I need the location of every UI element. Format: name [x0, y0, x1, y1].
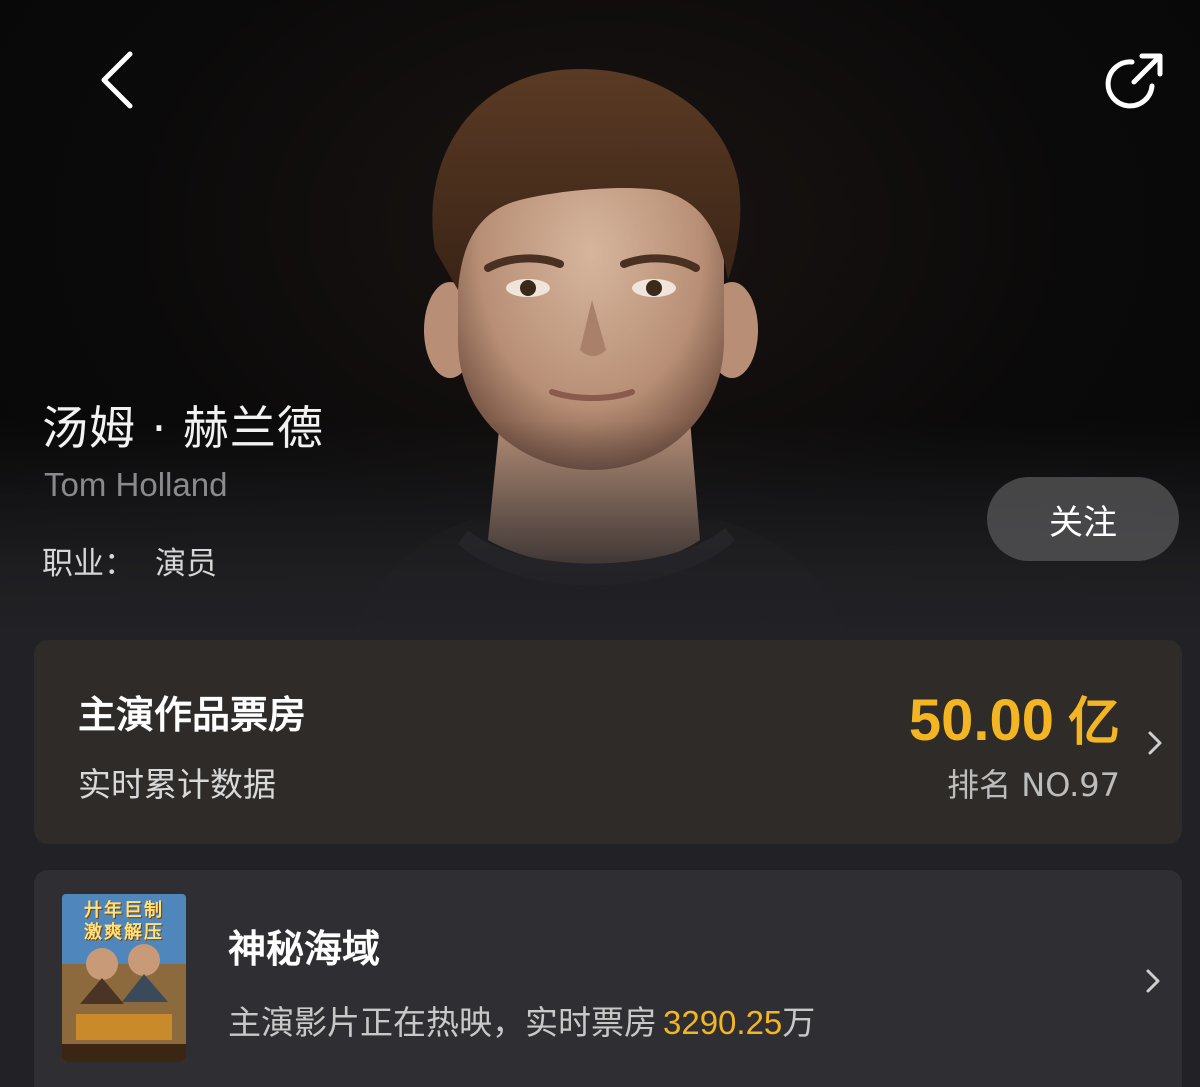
share-button[interactable] — [1100, 48, 1170, 118]
back-button[interactable] — [86, 44, 150, 116]
movie-box-office-amount: 3290.25 — [663, 1004, 783, 1041]
chevron-left-icon — [101, 51, 133, 109]
actor-name-en: Tom Holland — [44, 466, 228, 503]
chevron-right-icon — [1146, 969, 1160, 993]
poster-tagline-2: 激爽解压 — [84, 922, 164, 943]
box-office-rank: 排名 NO.97 — [947, 766, 1120, 804]
box-office-value: 50.00 — [908, 688, 1054, 753]
profession-value: 演员 — [155, 546, 217, 582]
now-showing-card[interactable]: 廾年巨制 激爽解压 神秘海域 主演影片正在热映，实时票房 3290.25万 — [34, 870, 1182, 1087]
follow-button[interactable]: 关注 — [987, 477, 1179, 561]
hero-header: 汤姆 · 赫兰德 Tom Holland 职业： 演员 关注 — [0, 0, 1200, 640]
actor-profile-screen: 汤姆 · 赫兰德 Tom Holland 职业： 演员 关注 主演作品票房 实时累… — [0, 0, 1200, 1087]
chevron-right-icon — [1148, 731, 1162, 755]
box-office-title: 主演作品票房 — [78, 693, 307, 737]
actor-profession: 职业： 演员 — [42, 538, 217, 583]
movie-poster[interactable]: 廾年巨制 激爽解压 — [62, 894, 186, 1062]
movie-title: 神秘海域 — [228, 927, 381, 971]
movie-description: 主演影片正在热映，实时票房 3290.25万 — [228, 996, 815, 1044]
box-office-card[interactable]: 主演作品票房 实时累计数据 50.00 亿 排名 NO.97 — [34, 640, 1182, 844]
box-office-subtitle: 实时累计数据 — [78, 765, 276, 804]
box-office-unit: 亿 — [1067, 693, 1120, 753]
movie-desc-prefix: 主演影片正在热映，实时票房 — [228, 1003, 657, 1042]
movie-box-office-unit: 万 — [782, 1003, 816, 1042]
profession-label: 职业： — [42, 546, 135, 582]
actor-name-cn: 汤姆 · 赫兰德 — [42, 401, 324, 455]
share-icon — [1105, 53, 1163, 109]
box-office-total: 50.00 亿 — [909, 680, 1120, 755]
